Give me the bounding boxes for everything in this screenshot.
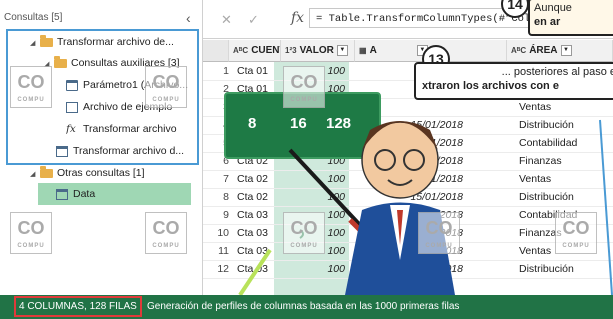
cell-cuenta[interactable]: Cta 01 — [237, 62, 268, 80]
cell-area[interactable]: Ventas — [519, 98, 551, 116]
column-header-area[interactable]: AᴮC ÁREA ▼ — [507, 40, 613, 62]
watermark-logo: CO COMPU — [145, 212, 187, 254]
confirm-formula-icon[interactable]: ✓ — [248, 12, 259, 28]
card-value-rows: 128 — [326, 115, 352, 132]
folder-icon — [54, 55, 67, 68]
query-data[interactable]: Data — [56, 185, 188, 203]
step-13-callout: ... posteriores al paso e xtraron los ar… — [414, 62, 613, 100]
watermark-logo: CO COMPU — [555, 212, 597, 254]
table-row[interactable]: 10Cta 0310015/01/2018Finanzas — [203, 224, 613, 243]
watermark-logo: CO COMPU — [145, 66, 187, 108]
query-transform-sample[interactable]: Transformar archivo d... — [56, 142, 198, 160]
query-transform-function[interactable]: fx Transformar archivo — [66, 120, 198, 138]
cell-valor[interactable]: 100 — [293, 170, 345, 188]
cell-valor[interactable]: 100 — [293, 188, 345, 206]
watermark-logo: CO COMPU — [418, 212, 460, 254]
column-header-cuenta[interactable]: AᴮCCUENTA▼ — [229, 40, 281, 62]
queries-header: Consultas [5] — [4, 12, 63, 23]
row-number[interactable]: 7 — [203, 170, 229, 188]
watermark-logo: CO COMPU — [283, 66, 325, 108]
cell-cuenta[interactable]: Cta 03 — [237, 260, 268, 278]
cell-area[interactable]: Finanzas — [519, 152, 562, 170]
function-icon: fx — [66, 123, 76, 135]
status-bar: 4 COLUMNAS, 128 FILAS Generación de perf… — [0, 295, 613, 319]
filter-dropdown-icon[interactable]: ▼ — [336, 44, 348, 56]
cell-cuenta[interactable]: Cta 02 — [237, 170, 268, 188]
cell-area[interactable]: Ventas — [519, 242, 551, 260]
row-number[interactable]: 9 — [203, 206, 229, 224]
expand-triangle-icon[interactable]: ◢ — [30, 35, 40, 51]
table-row[interactable]: 7 Cta 02 100 15/01/2018 Ventas — [203, 170, 613, 189]
row-number[interactable]: 12 — [203, 260, 229, 278]
card-value-columns: 8 — [248, 115, 257, 132]
folder-icon — [40, 34, 53, 47]
date-type-icon[interactable]: ▦ — [359, 46, 367, 55]
cell-cuenta[interactable]: Cta 02 — [237, 188, 268, 206]
cell-area[interactable]: Distribución — [519, 260, 574, 278]
card-value-middle: 16 — [290, 115, 307, 132]
profiling-status[interactable]: Generación de perfiles de columnas basad… — [147, 295, 459, 319]
fx-icon[interactable]: fx — [291, 10, 304, 26]
parameter-icon — [66, 79, 78, 91]
cell-cuenta[interactable]: Cta 03 — [237, 224, 268, 242]
file-icon — [66, 101, 78, 113]
cancel-formula-icon[interactable]: ✕ — [221, 12, 232, 28]
cell-valor[interactable]: 100 — [293, 260, 345, 278]
row-number[interactable]: 8 — [203, 188, 229, 206]
cell-cuenta[interactable]: Cta 03 — [237, 206, 268, 224]
filter-dropdown-icon[interactable]: ▼ — [560, 44, 572, 56]
collapse-pane-icon[interactable]: ‹ — [186, 10, 191, 26]
table-row[interactable]: 11Cta 0310015/01/2018Ventas — [203, 242, 613, 261]
number-type-icon[interactable]: 1²3 — [285, 46, 297, 55]
expand-triangle-icon[interactable]: ◢ — [30, 166, 40, 182]
step-14-callout: Aunque en ar — [528, 0, 613, 36]
column-header-valor[interactable]: 1²3 VALOR ▼ — [281, 40, 355, 62]
row-number[interactable]: 11 — [203, 242, 229, 260]
table-row[interactable]: 9Cta 0310015/01/2018Contabilidad — [203, 206, 613, 225]
watermark-logo: CO COMPU — [283, 212, 325, 254]
grid-corner[interactable] — [203, 40, 229, 62]
table-row[interactable]: 8 Cta 02 100 15/01/2018 Distribución — [203, 188, 613, 207]
row-number[interactable]: 1 — [203, 62, 229, 80]
table-icon — [56, 145, 68, 157]
cell-area[interactable]: Ventas — [519, 170, 551, 188]
watermark-logo: CO COMPU — [10, 212, 52, 254]
watermark-logo: CO COMPU — [10, 66, 52, 108]
table-icon — [56, 188, 68, 200]
text-type-icon[interactable]: AᴮC — [511, 46, 526, 55]
query-group-transform[interactable]: ◢ Transformar archivo de... — [30, 33, 198, 51]
text-type-icon[interactable]: AᴮC — [233, 46, 248, 55]
cell-fecha[interactable]: 15/01/2018 — [353, 188, 463, 206]
cell-area[interactable]: Distribución — [519, 116, 574, 134]
row-column-count: 4 COLUMNAS, 128 FILAS — [14, 296, 142, 317]
cell-cuenta[interactable]: Cta 03 — [237, 242, 268, 260]
table-row[interactable]: 12 Cta 03 100 15/01/2018 Distribución — [203, 260, 613, 279]
query-group-other[interactable]: ◢ Otras consultas [1] — [30, 164, 198, 182]
cell-area[interactable]: Contabilidad — [519, 134, 577, 152]
folder-icon — [40, 165, 53, 178]
cell-fecha[interactable]: 15/01/2018 — [353, 170, 463, 188]
row-number[interactable]: 10 — [203, 224, 229, 242]
cell-fecha[interactable]: 15/01/2018 — [353, 260, 463, 278]
cell-area[interactable]: Distribución — [519, 188, 574, 206]
